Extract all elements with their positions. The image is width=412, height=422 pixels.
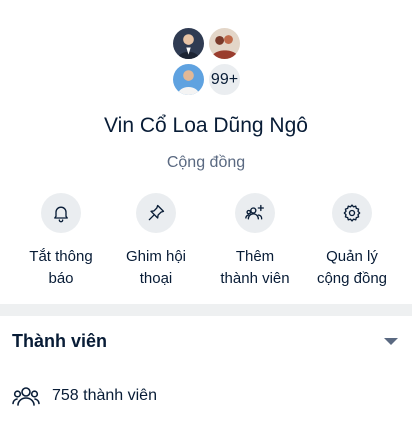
action-bar: Tắt thông báo Ghim hội thoại Thêm thành …	[0, 193, 412, 293]
section-title: Thành viên	[12, 331, 108, 351]
members-list-row[interactable]: 758 thành viên	[0, 374, 412, 418]
action-label: Ghim hội thoại	[125, 248, 187, 287]
member-avatar	[171, 26, 206, 61]
gear-icon	[332, 193, 372, 233]
members-icon	[12, 387, 40, 406]
caret-down-icon[interactable]	[384, 338, 398, 345]
group-type: Cộng đồng	[166, 154, 246, 171]
more-members-badge[interactable]: 99+	[207, 62, 242, 97]
action-label: Tắt thông báo	[29, 248, 93, 287]
member-avatar	[171, 62, 206, 97]
section-divider	[0, 304, 412, 316]
add-member-button[interactable]: Thêm thành viên	[207, 193, 303, 290]
manage-community-button[interactable]: Quản lý cộng đồng	[304, 193, 400, 290]
action-label: Thêm thành viên	[220, 248, 290, 287]
members-section-header[interactable]: Thành viên	[0, 316, 412, 368]
bell-icon	[41, 193, 81, 233]
add-member-icon	[235, 193, 275, 233]
action-label: Quản lý cộng đồng	[316, 248, 388, 287]
mute-notifications-button[interactable]: Tắt thông báo	[13, 193, 109, 290]
pin-conversation-button[interactable]: Ghim hội thoại	[108, 193, 204, 290]
group-name: Vin Cổ Loa Dũng Ngô	[104, 114, 308, 137]
member-count: 758 thành viên	[52, 387, 157, 404]
member-avatar	[207, 26, 242, 61]
group-avatar-cluster[interactable]: 99+	[171, 26, 243, 98]
pin-icon	[136, 193, 176, 233]
